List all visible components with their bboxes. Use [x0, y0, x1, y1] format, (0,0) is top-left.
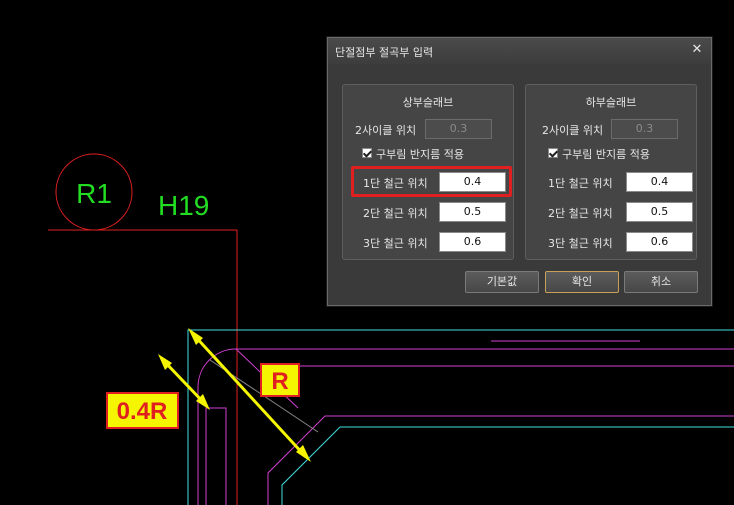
dialog-titlebar[interactable]: 단절점부 절곡부 입력 ✕ — [328, 38, 711, 64]
dialog-title: 단절점부 절곡부 입력 — [335, 46, 434, 59]
lower-bend-radius-label: 구부림 반지름 적용 — [562, 148, 650, 161]
rebar-bend-arc — [197, 348, 237, 505]
section-cut-line — [48, 229, 238, 505]
lower-row1-field[interactable]: 0.4 — [626, 172, 693, 192]
lower-row1-label: 1단 철근 위치 — [548, 177, 613, 190]
lower-spacing-label: 2사이클 위치 — [542, 124, 604, 137]
dim-label-small: 0.4R — [117, 398, 168, 425]
lower-row2-field[interactable]: 0.5 — [626, 202, 693, 222]
lower-row3-field[interactable]: 0.6 — [626, 232, 693, 252]
close-icon[interactable]: ✕ — [690, 42, 704, 58]
lower-slab-group: 하부슬래브 2사이클 위치 0.3 구부림 반지름 적용 1단 철근 위치 0.… — [525, 84, 697, 260]
lower-row2-label: 2단 철근 위치 — [548, 207, 613, 220]
upper-spacing-label: 2사이클 위치 — [355, 124, 417, 137]
default-values-button[interactable]: 기본값 — [465, 271, 539, 293]
h19-label: H19 — [158, 190, 209, 221]
r1-label: R1 — [76, 178, 112, 209]
upper-spacing-field: 0.3 — [425, 119, 492, 139]
ok-button[interactable]: 확인 — [545, 271, 619, 293]
upper-row2-field[interactable]: 0.5 — [439, 202, 506, 222]
upper-row2-label: 2단 철근 위치 — [363, 207, 428, 220]
lower-row3-label: 3단 철근 위치 — [548, 237, 613, 250]
lower-bend-radius-checkbox[interactable] — [548, 148, 558, 158]
highlight-box — [351, 166, 512, 197]
upper-row3-field[interactable]: 0.6 — [439, 232, 506, 252]
slab-outline-inner — [281, 426, 734, 505]
lower-slab-title: 하부슬래브 — [585, 96, 637, 109]
upper-bend-radius-checkbox[interactable] — [362, 148, 372, 158]
rebar-line-4 — [205, 407, 227, 505]
upper-slab-title: 상부슬래브 — [402, 96, 454, 109]
lower-spacing-field: 0.3 — [611, 119, 678, 139]
dim-label-large: R — [271, 368, 288, 395]
upper-bend-radius-label: 구부림 반지름 적용 — [376, 148, 464, 161]
upper-row3-label: 3단 철근 위치 — [363, 237, 428, 250]
cancel-button[interactable]: 취소 — [624, 271, 698, 293]
bend-input-dialog: 단절점부 절곡부 입력 ✕ 상부슬래브 2사이클 위치 0.3 구부림 반지름 … — [327, 37, 712, 306]
